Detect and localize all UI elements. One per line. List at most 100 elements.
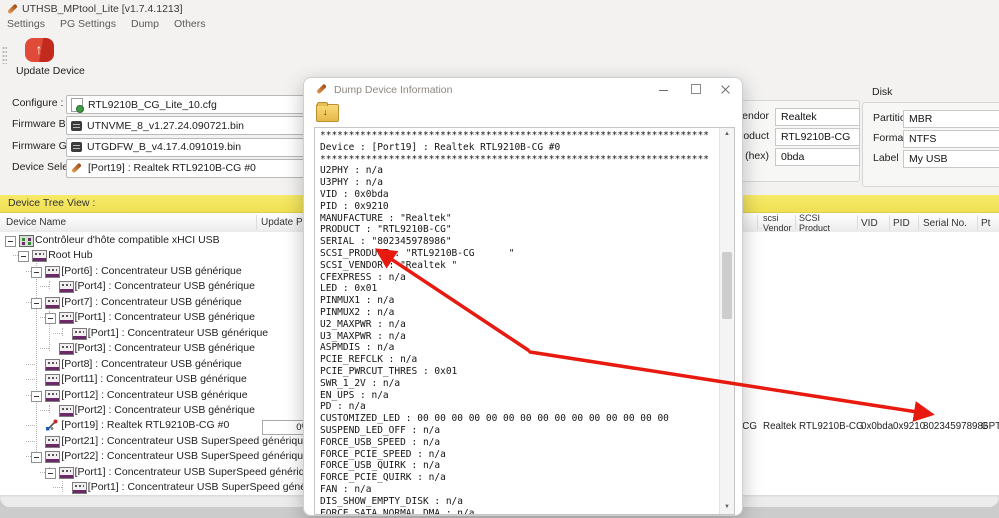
tree-item-label: [Port1] : Concentrateur USB générique [75,311,255,323]
tree-item-label: [Port8] : Concentrateur USB générique [61,358,241,370]
tree-item-label: [Port3] : Concentrateur USB générique [75,342,255,354]
tree-connector [53,333,62,334]
minimize-icon[interactable] [656,82,672,96]
tree-item-label: [Port21] : Concentrateur USB SuperSpeed … [61,435,309,447]
hub-icon [72,328,87,340]
hub-icon [45,297,60,309]
group-row-value[interactable]: NTFS [903,130,999,148]
hub-icon [45,359,60,371]
maximize-icon[interactable] [688,82,704,96]
field-value: UTGDFW_B_v4.17.4.091019.bin [87,141,241,153]
group-row-value[interactable]: RTL9210B-CG [775,128,860,146]
tree-item-label: [Port1] : Concentrateur USB SuperSpeed g… [75,466,317,478]
device-tree-view-label: Device Tree View : [8,197,95,209]
hub-icon [59,281,74,293]
hub-icon [59,312,74,324]
update-device-label: Update Device [16,65,62,77]
tree-item-label: [Port7] : Concentrateur USB générique [61,296,241,308]
console-panel: ****************************************… [314,127,735,515]
hub-icon [45,266,60,278]
usb-device-icon [45,419,58,432]
tree-item-label: [Port6] : Concentrateur USB générique [61,265,241,277]
group-row-value[interactable]: 0bda [775,148,860,166]
tree-connector [26,379,35,380]
column-header[interactable]: Serial No. [923,218,967,229]
column-header[interactable]: SCSI Product [799,214,830,233]
collapse-expander-icon[interactable] [31,298,42,309]
group-row-value[interactable]: My USB [903,150,999,168]
controller-icon [19,235,34,247]
column-separator[interactable] [918,215,919,230]
column-device-name[interactable]: Device Name [6,217,66,228]
scrollbar-thumb[interactable] [722,252,732,319]
hub-icon [72,482,87,494]
hub-icon [32,250,47,262]
scroll-down-icon[interactable]: ▼ [720,501,734,514]
collapse-expander-icon[interactable] [45,313,56,324]
title-bar: UTHSB_MPtool_Lite [v1.7.4.1213] [0,0,999,17]
tree-item-label: [Port1] : Concentrateur USB générique [88,327,268,339]
column-separator[interactable] [256,215,257,230]
console-scrollbar[interactable]: ▲ ▼ [719,128,734,514]
tree-connector [26,425,35,426]
tree-connector [26,364,35,365]
toolbar-drag-handle[interactable] [2,46,7,64]
upload-arrow-icon: ↑ [25,38,54,62]
column-header[interactable]: scsi Vendor [763,214,792,233]
collapse-expander-icon[interactable] [45,468,56,479]
field-label: Configure : [12,95,63,112]
field-value: RTL9210B_CG_Lite_10.cfg [88,99,217,111]
firmware-bin-field[interactable]: UTNVME_8_v1.27.24.090721.bin [66,116,334,135]
field-value: [Port19] : Realtek RTL9210B-CG #0 [88,162,256,174]
update-device-button[interactable]: ↑ Update Device [16,38,62,78]
tree-item-label: Root Hub [48,249,92,261]
close-icon[interactable] [718,82,734,96]
collapse-expander-icon[interactable] [31,267,42,278]
column-header[interactable]: PID [893,218,910,229]
device-select-field[interactable]: [Port19] : Realtek RTL9210B-CG #0 [66,159,334,178]
hub-icon [59,405,74,417]
field-value: UTNVME_8_v1.27.24.090721.bin [87,120,244,132]
tree-item-label: [Port1] : Concentrateur USB SuperSpeed g… [88,481,330,493]
column-separator[interactable] [757,215,758,230]
group-row-value[interactable]: Realtek [775,108,860,126]
menu-item-settings[interactable]: Settings [7,18,45,34]
tree-item-label: [Port11] : Concentrateur USB générique [61,373,246,385]
hub-icon [45,374,60,386]
group-row-label: Label [873,150,901,166]
column-header[interactable]: VID [861,218,878,229]
disk-group: PartitionMBRFormatNTFSLabelMy USB [862,102,999,187]
group-row-value[interactable]: MBR [903,110,999,128]
collapse-expander-icon[interactable] [31,391,42,402]
tree-item-label: [Port4] : Concentrateur USB générique [75,280,255,292]
app-icon [7,3,19,15]
menu-item-dump[interactable]: Dump [131,18,159,34]
collapse-expander-icon[interactable] [5,236,16,247]
menu-bar: Settings PG Settings Dump Others [7,18,206,34]
configure-field[interactable]: RTL9210B_CG_Lite_10.cfg [66,95,334,114]
menu-item-others[interactable]: Others [174,18,206,34]
dialog-title: Dump Device Information [334,84,452,96]
pen-icon [71,162,83,174]
tree-connector [26,441,35,442]
scroll-up-icon[interactable]: ▲ [720,128,734,141]
row-value-vid: 0x0bda [861,421,893,432]
tree-item-label: [Port22] : Concentrateur USB SuperSpeed … [61,450,309,462]
firmware-icon [71,121,82,131]
column-header[interactable]: Pt [981,218,990,229]
row-value-pid: 0x9210 [893,421,925,432]
dialog-pen-icon [316,83,328,95]
collapse-expander-icon[interactable] [18,251,29,262]
collapse-expander-icon[interactable] [31,452,42,463]
column-separator[interactable] [857,215,858,230]
column-separator[interactable] [795,215,796,230]
tree-item-label: [Port2] : Concentrateur USB générique [75,404,255,416]
save-to-folder-icon[interactable] [316,104,339,122]
column-separator[interactable] [889,215,890,230]
menu-item-pg-settings[interactable]: PG Settings [60,18,116,34]
dump-device-information-dialog: Dump Device Information ****************… [303,77,743,516]
firmware-gd-field[interactable]: UTGDFW_B_v4.17.4.091019.bin [66,138,334,157]
firmware-icon [71,142,82,152]
tree-item-label: Contrôleur d'hôte compatible xHCI USB [35,234,220,246]
column-separator[interactable] [977,215,978,230]
